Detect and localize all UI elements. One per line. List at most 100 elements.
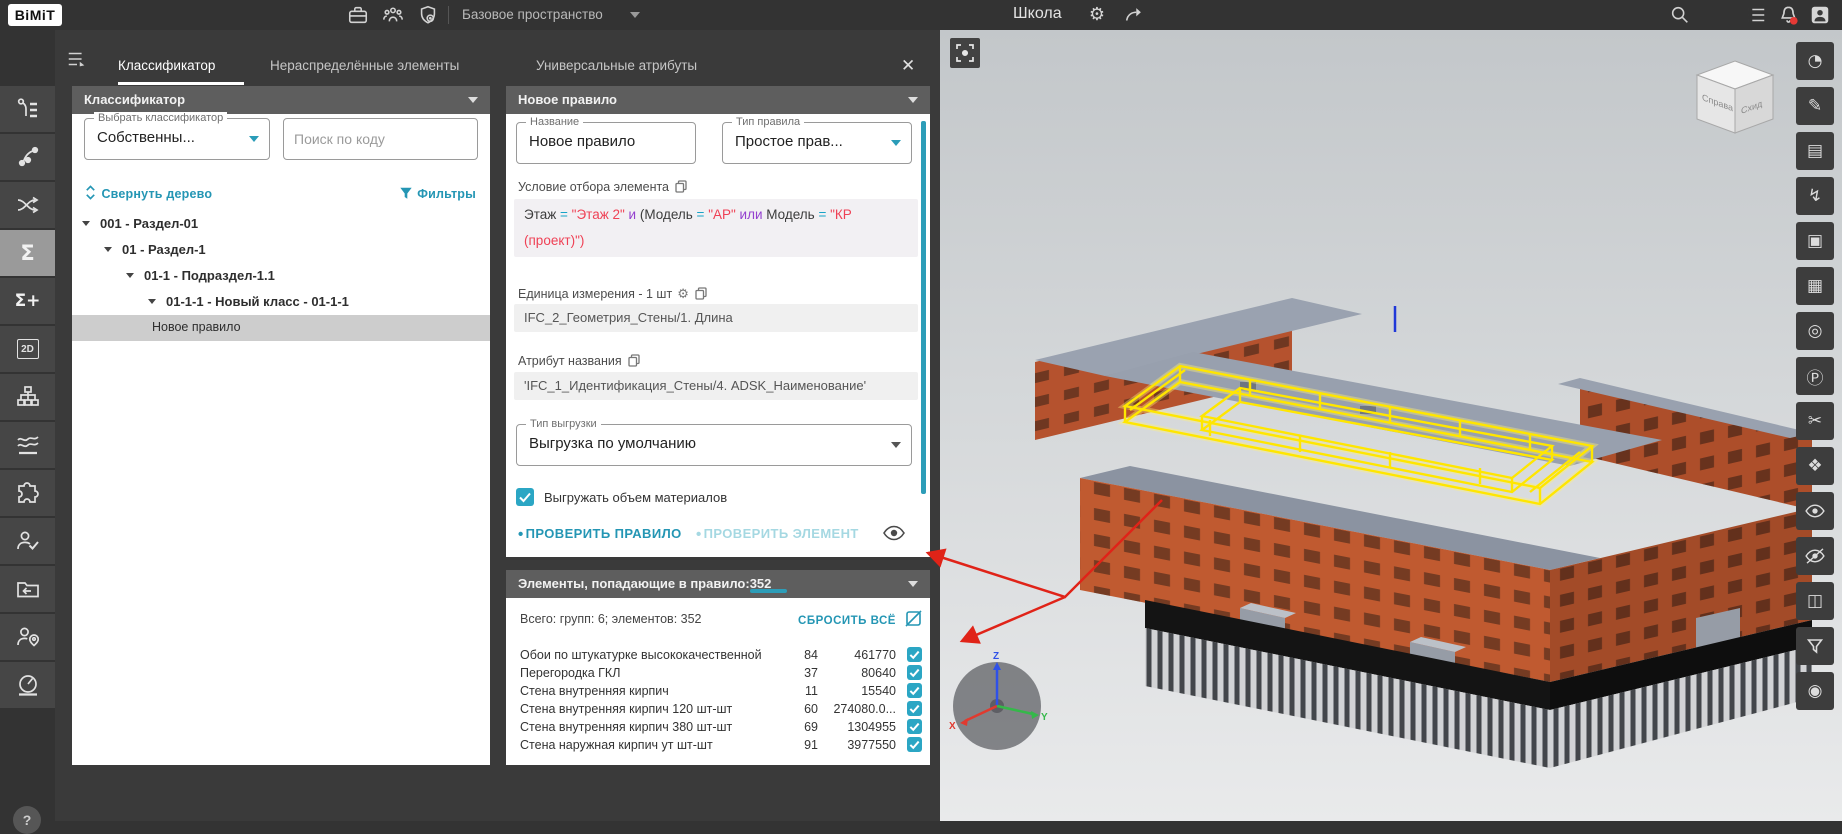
settings-gear-icon[interactable]: ⚙ (1085, 2, 1109, 26)
add-rule-sigma-icon[interactable]: Σ+ (0, 278, 55, 324)
search-input[interactable] (294, 120, 458, 158)
tree-item[interactable]: 01 - Раздел-1 (72, 237, 490, 263)
tab-universal-attributes[interactable]: Универсальные атрибуты (536, 58, 697, 73)
attribute-value[interactable]: 'IFC_1_Идентификация_Стены/4. ADSK_Наиме… (514, 372, 918, 400)
hide-eye-icon[interactable] (1796, 537, 1834, 575)
element-row[interactable]: Стена внутренняя кирпич 380 шт-шт 69 130… (506, 718, 930, 736)
panel-menu-icon[interactable] (65, 47, 89, 71)
element-row[interactable]: Перегородка ГКЛ 37 80640 (506, 664, 930, 682)
markup-icon[interactable]: ✎ (1796, 87, 1834, 125)
collapse-caret-icon[interactable] (908, 581, 918, 587)
shield-user-icon[interactable] (416, 3, 440, 27)
horizontal-scrollbar[interactable] (750, 589, 787, 593)
cut-icon[interactable]: ✂ (1796, 402, 1834, 440)
grid-icon[interactable]: ▦ (1796, 267, 1834, 305)
export-folder-icon[interactable] (0, 566, 55, 612)
parking-icon[interactable]: Ⓟ (1796, 357, 1834, 395)
tree-item[interactable]: 001 - Раздел-01 (72, 211, 490, 237)
views-icon[interactable]: ❖ (1796, 447, 1834, 485)
row-checkbox[interactable] (907, 737, 922, 752)
show-eye-icon[interactable] (1796, 492, 1834, 530)
select-caret-icon[interactable] (891, 140, 901, 146)
select-caret-icon[interactable] (249, 136, 259, 142)
collapse-caret-icon[interactable] (468, 97, 478, 103)
relations-icon[interactable] (0, 134, 55, 180)
check-element-button[interactable]: •ПРОВЕРИТЬ ЭЛЕМЕНТ (696, 526, 859, 543)
row-checkbox[interactable] (907, 719, 922, 734)
copy-icon[interactable] (628, 354, 640, 370)
dashboard-gauge-icon[interactable] (0, 662, 55, 708)
user-check-icon[interactable] (0, 518, 55, 564)
search-icon[interactable] (1668, 3, 1692, 27)
view-cube[interactable]: Справа Схид (1697, 61, 1773, 133)
row-checkbox[interactable] (907, 701, 922, 716)
reset-all-button[interactable]: СБРОСИТЬ ВСЁ (798, 611, 896, 629)
close-icon[interactable]: ✕ (901, 56, 915, 76)
user-location-icon[interactable] (0, 614, 55, 660)
measure-icon[interactable]: ▤ (1796, 132, 1834, 170)
classifier-select[interactable]: Выбрать классификатор Собственны... (84, 118, 270, 160)
tree-item[interactable]: 01-1-1 - Новый класс - 01-1-1 (72, 289, 490, 315)
tree-expand-icon[interactable] (82, 221, 90, 226)
select-caret-icon[interactable] (891, 442, 901, 448)
gear-icon[interactable]: ⚙ (677, 286, 689, 301)
row-checkbox[interactable] (907, 665, 922, 680)
team-icon[interactable] (381, 3, 405, 27)
elements-panel-header[interactable]: Элементы, попадающие в правило:352 (506, 570, 930, 598)
classifier-tree-icon[interactable] (0, 86, 55, 132)
visibility-eye-icon[interactable] (882, 524, 906, 547)
isolate-icon[interactable]: ◫ (1796, 582, 1834, 620)
collapse-tree-button[interactable]: Свернуть дерево (84, 185, 212, 203)
filter-funnel-icon[interactable] (1796, 627, 1834, 665)
element-row[interactable]: Стена внутренняя кирпич 120 шт-шт 60 274… (506, 700, 930, 718)
section-icon[interactable]: ◔ (1796, 42, 1834, 80)
locate-icon[interactable]: ◎ (1796, 312, 1834, 350)
menu-list-icon[interactable] (1744, 3, 1768, 27)
tab-unallocated-elements[interactable]: Нераспределённые элементы (270, 58, 459, 73)
tree-expand-icon[interactable] (104, 247, 112, 252)
tree-item[interactable]: 01-1 - Подраздел-1.1 (72, 263, 490, 289)
3d-viewport[interactable]: Z X Y Справа Схид ◔ ✎ ▤ ↯ ▣ ▦ ◎ Ⓟ ✂ ❖ ◫ … (940, 30, 1842, 821)
condition-expression[interactable]: Этаж = "Этаж 2" и (Модель = "АР" или Мод… (514, 199, 918, 257)
building-model[interactable]: Z X Y Справа Схид (940, 30, 1842, 821)
tree-expand-icon[interactable] (126, 273, 134, 278)
element-row[interactable]: Обои по штукатурке высококачественной 84… (506, 646, 930, 664)
copy-icon[interactable] (695, 287, 707, 303)
rule-name-field[interactable]: Название Новое правило (516, 122, 696, 164)
app-logo[interactable]: BiMiT (8, 4, 62, 26)
account-icon[interactable] (1808, 3, 1832, 27)
rule-panel-header[interactable]: Новое правило (506, 86, 930, 114)
vertical-scrollbar[interactable] (921, 121, 926, 494)
filters-button[interactable]: Фильтры (399, 185, 476, 203)
workspace-caret-icon[interactable] (630, 12, 640, 18)
tab-classifier[interactable]: Классификатор (118, 58, 215, 73)
plugins-icon[interactable] (0, 470, 55, 516)
collapse-caret-icon[interactable] (908, 97, 918, 103)
unit-value[interactable]: IFC_2_Геометрия_Стены/1. Длина (514, 304, 918, 332)
element-row[interactable]: Стена наружная кирпич ут шт-шт 91 397755… (506, 736, 930, 754)
shell-icon[interactable]: ◉ (1796, 672, 1834, 710)
share-icon[interactable] (1122, 3, 1146, 27)
rules-sigma-icon[interactable]: Σ (0, 230, 55, 276)
drawings-2d-icon[interactable]: 2D (0, 326, 55, 372)
check-rule-button[interactable]: •ПРОВЕРИТЬ ПРАВИЛО (518, 526, 682, 543)
code-search-field[interactable] (283, 118, 478, 160)
volume-icon[interactable]: ▣ (1796, 222, 1834, 260)
structure-icon[interactable] (0, 374, 55, 420)
export-type-select[interactable]: Тип выгрузки Выгрузка по умолчанию (516, 424, 912, 466)
workspace-selector[interactable]: Базовое пространство (462, 7, 603, 22)
materials-checkbox[interactable] (516, 488, 534, 506)
help-button[interactable]: ? (13, 806, 41, 834)
orbit-gizmo[interactable]: Z X Y (949, 651, 1048, 750)
notifications-bell-icon[interactable] (1776, 3, 1800, 27)
copy-icon[interactable] (675, 180, 687, 196)
mapping-icon[interactable] (0, 182, 55, 228)
row-checkbox[interactable] (907, 647, 922, 662)
rule-type-select[interactable]: Тип правила Простое прав... (722, 122, 912, 164)
briefcase-icon[interactable] (346, 3, 370, 27)
row-checkbox[interactable] (907, 683, 922, 698)
classifier-panel-header[interactable]: Классификатор (72, 86, 490, 114)
element-row[interactable]: Стена внутренняя кирпич 11 15540 (506, 682, 930, 700)
tree-expand-icon[interactable] (148, 299, 156, 304)
clash-icon[interactable]: ↯ (1796, 177, 1834, 215)
